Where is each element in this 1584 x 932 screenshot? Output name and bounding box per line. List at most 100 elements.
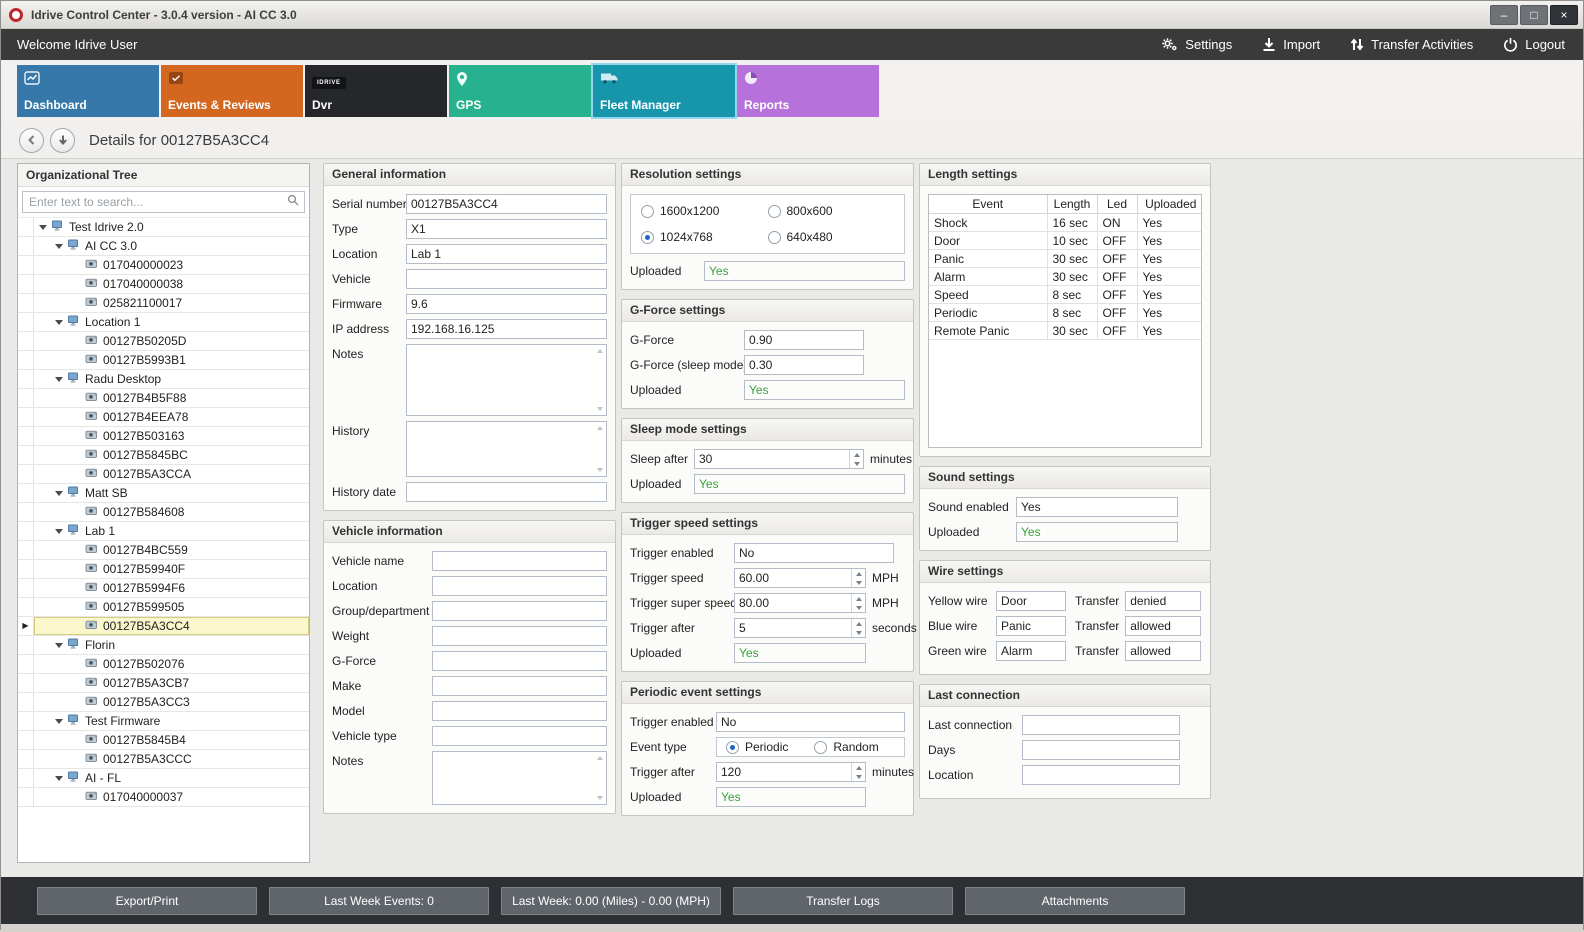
numeric-stepper[interactable] xyxy=(734,618,866,638)
column-header[interactable]: Uploaded xyxy=(1137,195,1202,214)
resolution-radio[interactable]: 1600x1200 xyxy=(641,204,768,218)
history-date-field[interactable] xyxy=(406,482,607,502)
footer-button[interactable]: Export/Print xyxy=(37,887,257,915)
tree-expander-icon[interactable] xyxy=(55,719,63,724)
tree-node[interactable]: ▶ 00127B5845B4 xyxy=(18,731,309,750)
tree-node[interactable]: ▶ 00127B5993B1 xyxy=(18,351,309,370)
text-field[interactable] xyxy=(432,576,607,596)
resolution-radio[interactable]: 640x480 xyxy=(768,230,895,244)
column-header[interactable]: Event xyxy=(929,195,1047,214)
notes-textarea[interactable] xyxy=(406,344,607,416)
tree-node[interactable]: ▶ Test Idrive 2.0 xyxy=(18,218,309,237)
text-field[interactable] xyxy=(406,294,607,314)
tab-gps[interactable]: GPS xyxy=(449,65,591,117)
tree-node[interactable]: ▶ 025821100017 xyxy=(18,294,309,313)
tree-node[interactable]: ▶ 00127B4BC559 xyxy=(18,541,309,560)
text-field[interactable] xyxy=(432,676,607,696)
tab-fleet-manager[interactable]: Fleet Manager xyxy=(593,65,735,117)
text-field[interactable] xyxy=(406,269,607,289)
table-row[interactable]: Panic 30 sec OFF Yes xyxy=(929,250,1202,268)
table-row[interactable]: Remote Panic 30 sec OFF Yes xyxy=(929,322,1202,340)
event-type-radio[interactable]: Random xyxy=(814,740,878,754)
wire-transfer-field[interactable] xyxy=(1125,591,1201,611)
tree-node[interactable]: ▶ 00127B5A3CB7 xyxy=(18,674,309,693)
resolution-radio[interactable]: 800x600 xyxy=(768,204,895,218)
tree-node[interactable]: ▶ Location 1 xyxy=(18,313,309,332)
scroll-down-button[interactable] xyxy=(50,128,75,153)
tree-node[interactable]: ▶ 00127B5A3CC4 xyxy=(18,617,309,636)
resolution-radio[interactable]: 1024x768 xyxy=(641,230,768,244)
tree-expander-icon[interactable] xyxy=(55,377,63,382)
sound-enabled-field[interactable] xyxy=(1016,497,1178,517)
tab-dvr[interactable]: IDRIVE Dvr xyxy=(305,65,447,117)
tree-expander-icon[interactable] xyxy=(55,244,63,249)
column-header[interactable]: Led xyxy=(1097,195,1137,214)
text-field[interactable] xyxy=(406,194,607,214)
footer-button[interactable]: Last Week Events: 0 xyxy=(269,887,489,915)
tree-node[interactable]: ▶ 00127B5A3CC3 xyxy=(18,693,309,712)
tree-node[interactable]: ▶ 00127B584608 xyxy=(18,503,309,522)
tab-events-reviews[interactable]: Events & Reviews xyxy=(161,65,303,117)
tab-dashboard[interactable]: Dashboard xyxy=(17,65,159,117)
tree-expander-icon[interactable] xyxy=(55,776,63,781)
trigger-after-stepper[interactable] xyxy=(716,762,866,782)
table-row[interactable]: Alarm 30 sec OFF Yes xyxy=(929,268,1202,286)
table-row[interactable]: Door 10 sec OFF Yes xyxy=(929,232,1202,250)
import-button[interactable]: Import xyxy=(1262,37,1320,52)
search-input[interactable] xyxy=(22,191,305,213)
text-field[interactable] xyxy=(1022,765,1180,785)
footer-button[interactable]: Last Week: 0.00 (Miles) - 0.00 (MPH) xyxy=(501,887,721,915)
event-type-radio[interactable]: Periodic xyxy=(726,740,788,754)
tree-expander-icon[interactable] xyxy=(55,529,63,534)
table-row[interactable]: Shock 16 sec ON Yes xyxy=(929,214,1202,232)
tree-expander-icon[interactable] xyxy=(39,225,47,230)
tree-node[interactable]: ▶ 00127B59940F xyxy=(18,560,309,579)
tree-node[interactable]: ▶ 00127B599505 xyxy=(18,598,309,617)
tree-node[interactable]: ▶ 00127B503163 xyxy=(18,427,309,446)
tree-node[interactable]: ▶ 017040000023 xyxy=(18,256,309,275)
numeric-stepper[interactable] xyxy=(734,568,866,588)
footer-button[interactable]: Attachments xyxy=(965,887,1185,915)
tree-node[interactable]: ▶ Florin xyxy=(18,636,309,655)
logout-button[interactable]: Logout xyxy=(1503,37,1565,52)
settings-button[interactable]: Settings xyxy=(1161,37,1232,52)
text-field[interactable] xyxy=(432,726,607,746)
tree-node[interactable]: ▶ 017040000038 xyxy=(18,275,309,294)
table-row[interactable]: Periodic 8 sec OFF Yes xyxy=(929,304,1202,322)
tree-node[interactable]: ▶ AI CC 3.0 xyxy=(18,237,309,256)
text-field[interactable] xyxy=(406,244,607,264)
tree-node[interactable]: ▶ AI - FL xyxy=(18,769,309,788)
back-button[interactable] xyxy=(19,128,44,153)
column-header[interactable]: Length xyxy=(1047,195,1097,214)
tree-node[interactable]: ▶ Test Firmware xyxy=(18,712,309,731)
tree-node[interactable]: ▶ 00127B50205D xyxy=(18,332,309,351)
text-field[interactable] xyxy=(432,626,607,646)
numeric-field[interactable] xyxy=(744,355,864,375)
tree-node[interactable]: ▶ 00127B5A3CCA xyxy=(18,465,309,484)
text-field[interactable] xyxy=(432,601,607,621)
tree-node[interactable]: ▶ 00127B4B5F88 xyxy=(18,389,309,408)
tree-node[interactable]: ▶ Lab 1 xyxy=(18,522,309,541)
tree-node[interactable]: ▶ 00127B5994F6 xyxy=(18,579,309,598)
tree-node[interactable]: ▶ Matt SB xyxy=(18,484,309,503)
tree-node[interactable]: ▶ 00127B5845BC xyxy=(18,446,309,465)
footer-button[interactable]: Transfer Logs xyxy=(733,887,953,915)
text-field[interactable] xyxy=(1022,740,1180,760)
numeric-field[interactable] xyxy=(744,330,864,350)
minimize-button[interactable]: – xyxy=(1490,5,1518,25)
text-field[interactable] xyxy=(1022,715,1180,735)
text-field[interactable] xyxy=(432,651,607,671)
wire-event-field[interactable] xyxy=(996,641,1066,661)
text-field[interactable] xyxy=(406,319,607,339)
wire-transfer-field[interactable] xyxy=(1125,641,1201,661)
trigger-enabled-field[interactable] xyxy=(734,543,894,563)
tree-node[interactable]: ▶ 00127B502076 xyxy=(18,655,309,674)
close-button[interactable]: × xyxy=(1550,5,1578,25)
table-row[interactable]: Speed 8 sec OFF Yes xyxy=(929,286,1202,304)
tab-reports[interactable]: Reports xyxy=(737,65,879,117)
wire-transfer-field[interactable] xyxy=(1125,616,1201,636)
history-textarea[interactable] xyxy=(406,421,607,477)
transfer-activities-button[interactable]: Transfer Activities xyxy=(1350,37,1473,52)
tree-node[interactable]: ▶ 00127B5A3CCC xyxy=(18,750,309,769)
tree-expander-icon[interactable] xyxy=(55,320,63,325)
